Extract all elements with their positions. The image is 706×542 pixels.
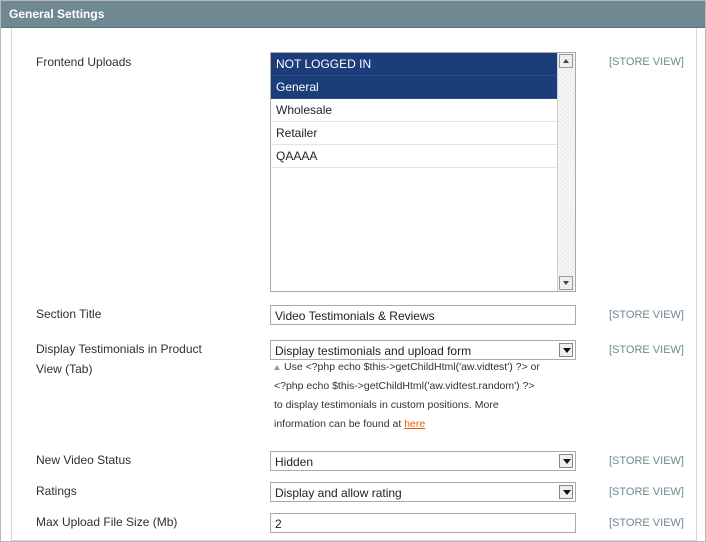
chevron-down-icon[interactable]: [559, 343, 573, 357]
scope-frontend-uploads: [STORE VIEW]: [609, 56, 684, 68]
new-video-status-select[interactable]: Hidden: [270, 451, 576, 471]
option-retailer[interactable]: Retailer: [271, 122, 559, 145]
frontend-uploads-label: Frontend Uploads: [36, 55, 132, 69]
note-line1: Use <?php echo $this->getChildHtml('aw.v…: [284, 361, 540, 373]
ratings-value: Display and allow rating: [275, 486, 402, 500]
display-testimonials-label-line2: View (Tab): [36, 362, 93, 376]
section-title: General Settings: [9, 7, 105, 21]
section-header[interactable]: General Settings: [1, 1, 705, 28]
settings-panel: General Settings Frontend Uploads NOT LO…: [0, 0, 706, 542]
scroll-down-icon[interactable]: [559, 276, 573, 290]
frontend-uploads-multiselect[interactable]: NOT LOGGED IN General Wholesale Retailer…: [270, 52, 576, 292]
scope-section-title: [STORE VIEW]: [609, 309, 684, 321]
display-testimonials-label: Display Testimonials in Product View (Ta…: [36, 339, 202, 379]
section-title-label: Section Title: [36, 307, 102, 321]
display-testimonials-note: Use <?php echo $this->getChildHtml('aw.v…: [274, 358, 584, 434]
new-video-status-label: New Video Status: [36, 453, 132, 467]
scope-max-upload: [STORE VIEW]: [609, 517, 684, 529]
option-not-logged-in[interactable]: NOT LOGGED IN: [271, 53, 559, 76]
chevron-down-icon[interactable]: [559, 485, 573, 499]
display-testimonials-select[interactable]: Display testimonials and upload form: [270, 340, 576, 360]
display-testimonials-label-line1: Display Testimonials in Product: [36, 342, 202, 356]
ratings-select[interactable]: Display and allow rating: [270, 482, 576, 502]
note-line4: information can be found at: [274, 418, 402, 430]
note-line2: <?php echo $this->getChildHtml('aw.vidte…: [274, 380, 535, 392]
scope-display-testimonials: [STORE VIEW]: [609, 344, 684, 356]
scope-new-video-status: [STORE VIEW]: [609, 455, 684, 467]
scope-ratings: [STORE VIEW]: [609, 486, 684, 498]
chevron-down-icon[interactable]: [559, 454, 573, 468]
display-testimonials-value: Display testimonials and upload form: [275, 344, 472, 358]
new-video-status-value: Hidden: [275, 455, 314, 469]
settings-form: Frontend Uploads NOT LOGGED IN General W…: [11, 28, 697, 541]
here-link[interactable]: here: [404, 418, 425, 430]
max-upload-input[interactable]: 2: [270, 513, 576, 533]
note-line3: to display testimonials in custom positi…: [274, 399, 499, 411]
option-qaaaa[interactable]: QAAAA: [271, 145, 559, 168]
option-general[interactable]: General: [271, 76, 559, 99]
option-wholesale[interactable]: Wholesale: [271, 99, 559, 122]
ratings-label: Ratings: [36, 484, 77, 498]
triangle-note-icon: [274, 364, 280, 370]
scroll-up-icon[interactable]: [559, 54, 573, 68]
section-title-input[interactable]: Video Testimonials & Reviews: [270, 305, 576, 325]
max-upload-label: Max Upload File Size (Mb): [36, 515, 178, 529]
listbox-scrollbar[interactable]: [557, 53, 575, 291]
